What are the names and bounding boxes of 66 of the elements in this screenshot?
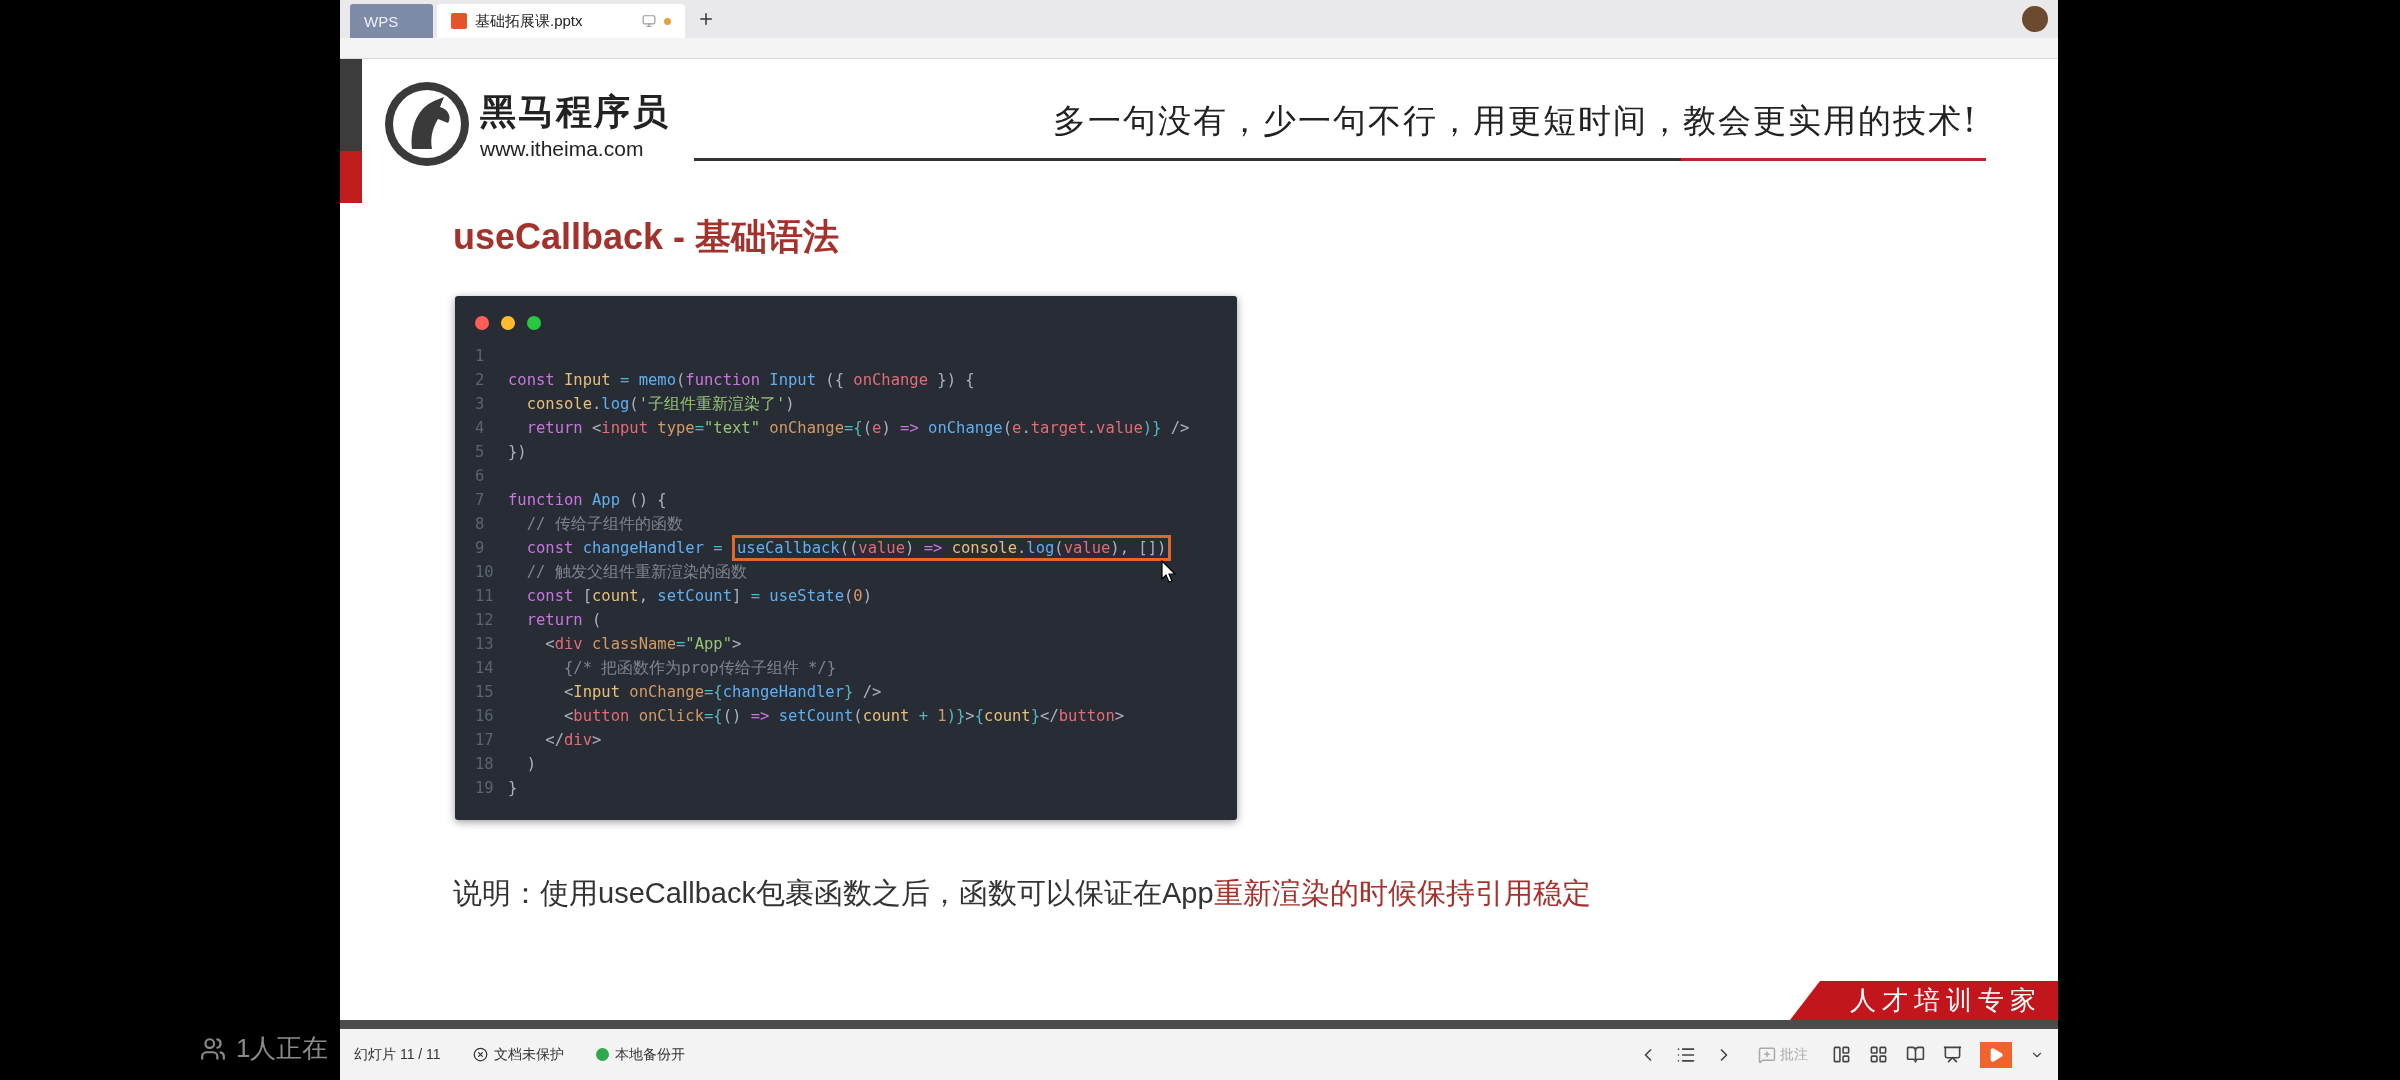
explanation-text: 说明：使用useCallback包裹函数之后，函数可以保证在App重新渲染的时候保持引用稳定 bbox=[453, 876, 1592, 911]
play-button[interactable] bbox=[1980, 1041, 2012, 1068]
line-number: 13 bbox=[475, 635, 495, 653]
line-number: 18 bbox=[475, 755, 495, 773]
code-line: // 触发父组件重新渲染的函数 bbox=[525, 561, 747, 583]
code-line: <Input onChange={changeHandler} /> bbox=[563, 683, 882, 701]
grid-view-icon[interactable] bbox=[1869, 1045, 1888, 1064]
line-number: 8 bbox=[475, 515, 486, 533]
mouse-cursor-icon bbox=[1160, 560, 1179, 584]
line-number: 5 bbox=[475, 443, 486, 461]
code-line: </div> bbox=[544, 731, 602, 749]
code-line: const Input = memo(function Input ({ onChange }) { bbox=[508, 371, 975, 389]
people-icon bbox=[200, 1035, 226, 1062]
line-number: 1 bbox=[475, 347, 486, 365]
code-line: return ( bbox=[525, 611, 602, 629]
line-number: 19 bbox=[475, 779, 495, 797]
code-line: return <input type="text" onChange={(e) => onChange(e.target.value)} /> bbox=[525, 419, 1190, 437]
line-number: 10 bbox=[475, 563, 495, 581]
slide-counter: 幻灯片 11 / 11 bbox=[354, 1045, 441, 1064]
line-number: 7 bbox=[475, 491, 486, 509]
viewer-count: 1人正在 bbox=[236, 1032, 329, 1065]
line-number: 2 bbox=[475, 371, 486, 389]
code-line: <button onClick={() => setCount(count + 1)}>{count}</button> bbox=[563, 707, 1125, 725]
line-number: 3 bbox=[475, 395, 486, 413]
code-line: console.log('子组件重新渲染了') bbox=[525, 393, 795, 415]
close-light-icon bbox=[475, 316, 489, 330]
line-number: 12 bbox=[475, 611, 495, 629]
window-tab[interactable]: 基础拓展课.pptx bbox=[437, 4, 685, 38]
line-number: 16 bbox=[475, 707, 495, 725]
comment-icon bbox=[1758, 1045, 1776, 1064]
brand-url: www.itheima.com bbox=[480, 136, 645, 161]
presenter-icon[interactable] bbox=[1943, 1045, 1962, 1064]
line-number: 15 bbox=[475, 683, 495, 701]
line-number: 6 bbox=[475, 467, 486, 485]
code-line: // 传给子组件的函数 bbox=[525, 513, 683, 535]
tab-label: WPS bbox=[364, 12, 400, 30]
line-number: 11 bbox=[475, 587, 495, 605]
x-circle-icon bbox=[472, 1047, 488, 1062]
code-line: {/* 把函数作为prop传给子组件 */} bbox=[563, 657, 836, 679]
code-line: <div className="App"> bbox=[544, 635, 742, 653]
backup-status[interactable]: 本地备份开 bbox=[595, 1045, 685, 1064]
code-line: const [count, setCount] = useState(0) bbox=[525, 587, 873, 605]
slides-file-icon bbox=[451, 13, 467, 29]
normal-view-icon[interactable] bbox=[1832, 1045, 1851, 1064]
code-line: } bbox=[508, 779, 518, 797]
maximize-light-icon bbox=[527, 316, 541, 330]
slogan: 多一句没有，少一句不行，用更短时间，教会更实用的技术! bbox=[1051, 100, 1979, 142]
protection-status[interactable]: 文档未保护 bbox=[472, 1045, 564, 1064]
code-line: function App () { bbox=[508, 491, 667, 509]
line-number: 14 bbox=[475, 659, 495, 677]
brand-name: 黑马程序员 bbox=[480, 89, 670, 134]
play-icon bbox=[1988, 1046, 2004, 1063]
slide-title: useCallback - 基础语法 bbox=[453, 215, 841, 259]
code-line: }) bbox=[508, 443, 527, 461]
minimize-light-icon bbox=[501, 316, 515, 330]
line-number: 4 bbox=[475, 419, 486, 437]
line-number: 17 bbox=[475, 731, 495, 749]
slogan-banner: 人才培训专家 bbox=[1790, 981, 2058, 1020]
tab-label: 基础拓展课.pptx bbox=[475, 11, 584, 31]
reading-view-icon[interactable] bbox=[1906, 1045, 1925, 1064]
code-line: ) bbox=[525, 755, 536, 773]
horse-logo-icon bbox=[382, 79, 472, 169]
monitor-icon bbox=[642, 14, 656, 28]
avatar-icon[interactable] bbox=[2022, 6, 2048, 32]
plus-icon bbox=[697, 10, 715, 28]
line-number: 9 bbox=[475, 539, 486, 557]
